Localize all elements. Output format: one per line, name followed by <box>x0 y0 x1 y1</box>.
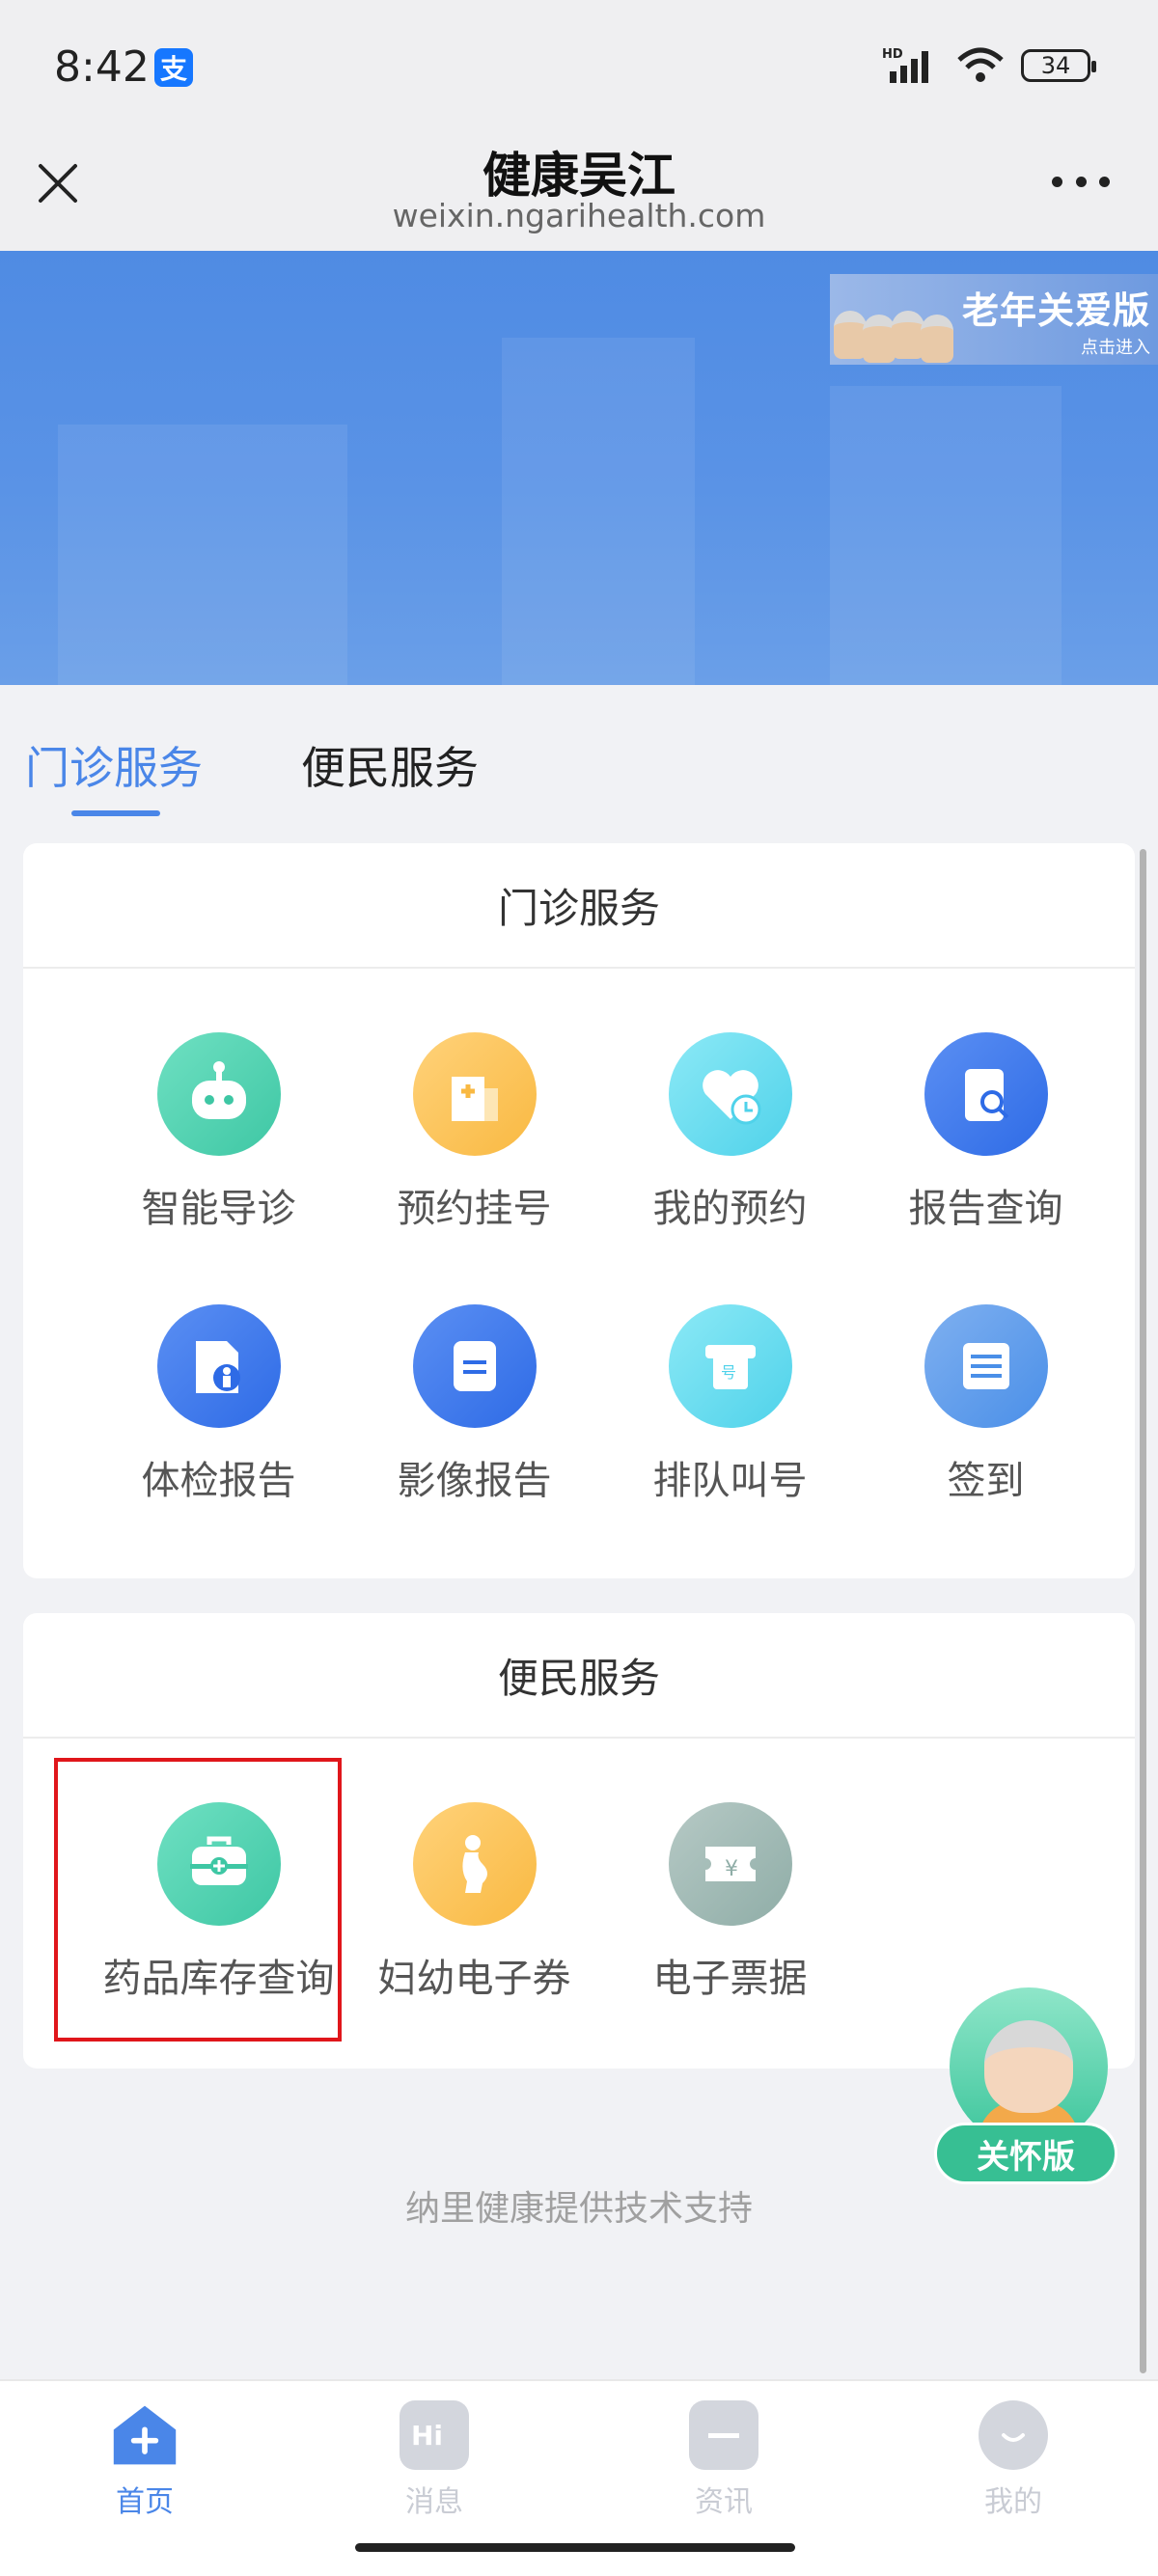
building-shape <box>502 338 695 685</box>
highlight-box <box>54 1758 342 2042</box>
register-icon <box>412 1032 537 1156</box>
service-label: 智能导诊 <box>141 1187 296 1231</box>
building-shape <box>830 386 1062 685</box>
home-indicator <box>355 2543 795 2552</box>
tabbar-news[interactable]: 资讯 <box>627 2400 820 2520</box>
battery-icon: 34 <box>1021 49 1096 82</box>
service-maternal-voucher[interactable]: 妇幼电子券 <box>346 1802 602 2003</box>
service-label: 妇幼电子券 <box>377 1957 571 2001</box>
signal-icon: HD <box>882 47 928 83</box>
alipay-icon: 支 <box>154 48 193 87</box>
message-hi-icon: Hi <box>400 2400 469 2470</box>
service-label: 排队叫号 <box>652 1459 808 1503</box>
home-plus-icon <box>110 2400 179 2470</box>
maternal-icon <box>412 1802 537 1926</box>
outpatient-card-title: 门诊服务 <box>23 843 1135 969</box>
tabbar-profile[interactable]: 我的 <box>917 2400 1110 2520</box>
elder-title: 老年关爱版 <box>961 288 1150 332</box>
elder-subtitle: 点击进入 <box>1081 337 1150 358</box>
status-bar: 8:42 支 HD 34 <box>0 0 1158 135</box>
robot-icon <box>156 1032 281 1156</box>
page-url: weixin.ngarihealth.com <box>392 197 766 234</box>
svg-text:Hi: Hi <box>411 2420 443 2452</box>
service-label: 体检报告 <box>141 1459 296 1503</box>
service-label: 预约挂号 <box>397 1187 552 1231</box>
more-dot-icon <box>1075 176 1087 187</box>
tabbar-messages[interactable]: Hi 消息 <box>338 2400 531 2520</box>
heart-clock-icon <box>668 1032 792 1156</box>
svg-text:¥: ¥ <box>725 1857 738 1881</box>
tabbar-label: 消息 <box>405 2485 463 2519</box>
service-checkin[interactable]: 签到 <box>858 1304 1114 1505</box>
checkin-icon <box>924 1304 1048 1428</box>
status-indicators: HD 34 <box>882 46 1096 85</box>
elderly-people-icon <box>830 274 955 365</box>
care-mode-button[interactable]: 关怀版 <box>934 1987 1117 2190</box>
tab-outpatient[interactable]: 门诊服务 <box>25 733 203 797</box>
service-book-appointment[interactable]: 预约挂号 <box>346 1032 602 1233</box>
tab-convenience[interactable]: 便民服务 <box>301 733 479 797</box>
scrollbar[interactable] <box>1140 849 1146 2373</box>
status-time: 8:42 <box>54 42 150 92</box>
service-my-appointments[interactable]: 我的预约 <box>602 1032 858 1233</box>
service-label: 电子票据 <box>652 1957 808 2001</box>
service-queue-number[interactable]: 号 排队叫号 <box>602 1304 858 1505</box>
more-dot-icon <box>1052 176 1062 187</box>
svg-text:号: 号 <box>721 1363 736 1382</box>
service-imaging-report[interactable]: 影像报告 <box>346 1304 602 1505</box>
report-search-icon <box>924 1032 1048 1156</box>
care-mode-label: 关怀版 <box>934 2123 1117 2184</box>
convenience-card-title: 便民服务 <box>23 1613 1135 1739</box>
profile-icon <box>979 2400 1048 2470</box>
news-icon <box>689 2400 758 2470</box>
elder-care-entry[interactable]: 老年关爱版 点击进入 <box>830 274 1158 365</box>
more-button[interactable] <box>1052 172 1110 191</box>
svg-text:HD: HD <box>882 47 903 62</box>
service-e-receipt[interactable]: ¥ 电子票据 <box>602 1802 858 2003</box>
service-label: 报告查询 <box>908 1187 1063 1231</box>
tabbar-home[interactable]: 首页 <box>48 2400 241 2520</box>
service-smart-triage[interactable]: 智能导诊 <box>91 1032 346 1233</box>
service-label: 影像报告 <box>397 1459 552 1503</box>
service-label: 我的预约 <box>652 1187 808 1231</box>
tabbar-label: 资讯 <box>695 2485 753 2519</box>
service-label: 签到 <box>947 1459 1025 1503</box>
service-tabs: 门诊服务 便民服务 <box>0 685 1158 830</box>
outpatient-card: 门诊服务 智能导诊 预约挂号 我的预约 报告查询 体检报告 影像报告 号 排队叫… <box>23 843 1135 1578</box>
image-report-icon <box>412 1304 537 1428</box>
wifi-icon <box>957 47 1004 82</box>
queue-ticket-icon: 号 <box>668 1304 792 1428</box>
tabbar-label: 首页 <box>116 2485 174 2519</box>
receipt-icon: ¥ <box>668 1802 792 1926</box>
hospital-banner: 老年关爱版 点击进入 <box>0 251 1158 685</box>
tab-active-indicator <box>71 810 160 816</box>
service-checkup-report[interactable]: 体检报告 <box>91 1304 346 1505</box>
building-shape <box>58 425 347 685</box>
powered-by-text: 纳里健康提供技术支持 <box>404 2189 753 2229</box>
tabbar-label: 我的 <box>984 2485 1042 2519</box>
nav-bar: 健康吴江 weixin.ngarihealth.com <box>0 135 1158 251</box>
service-report-query[interactable]: 报告查询 <box>858 1032 1114 1233</box>
checkup-report-icon <box>156 1304 281 1428</box>
more-dot-icon <box>1099 176 1110 187</box>
